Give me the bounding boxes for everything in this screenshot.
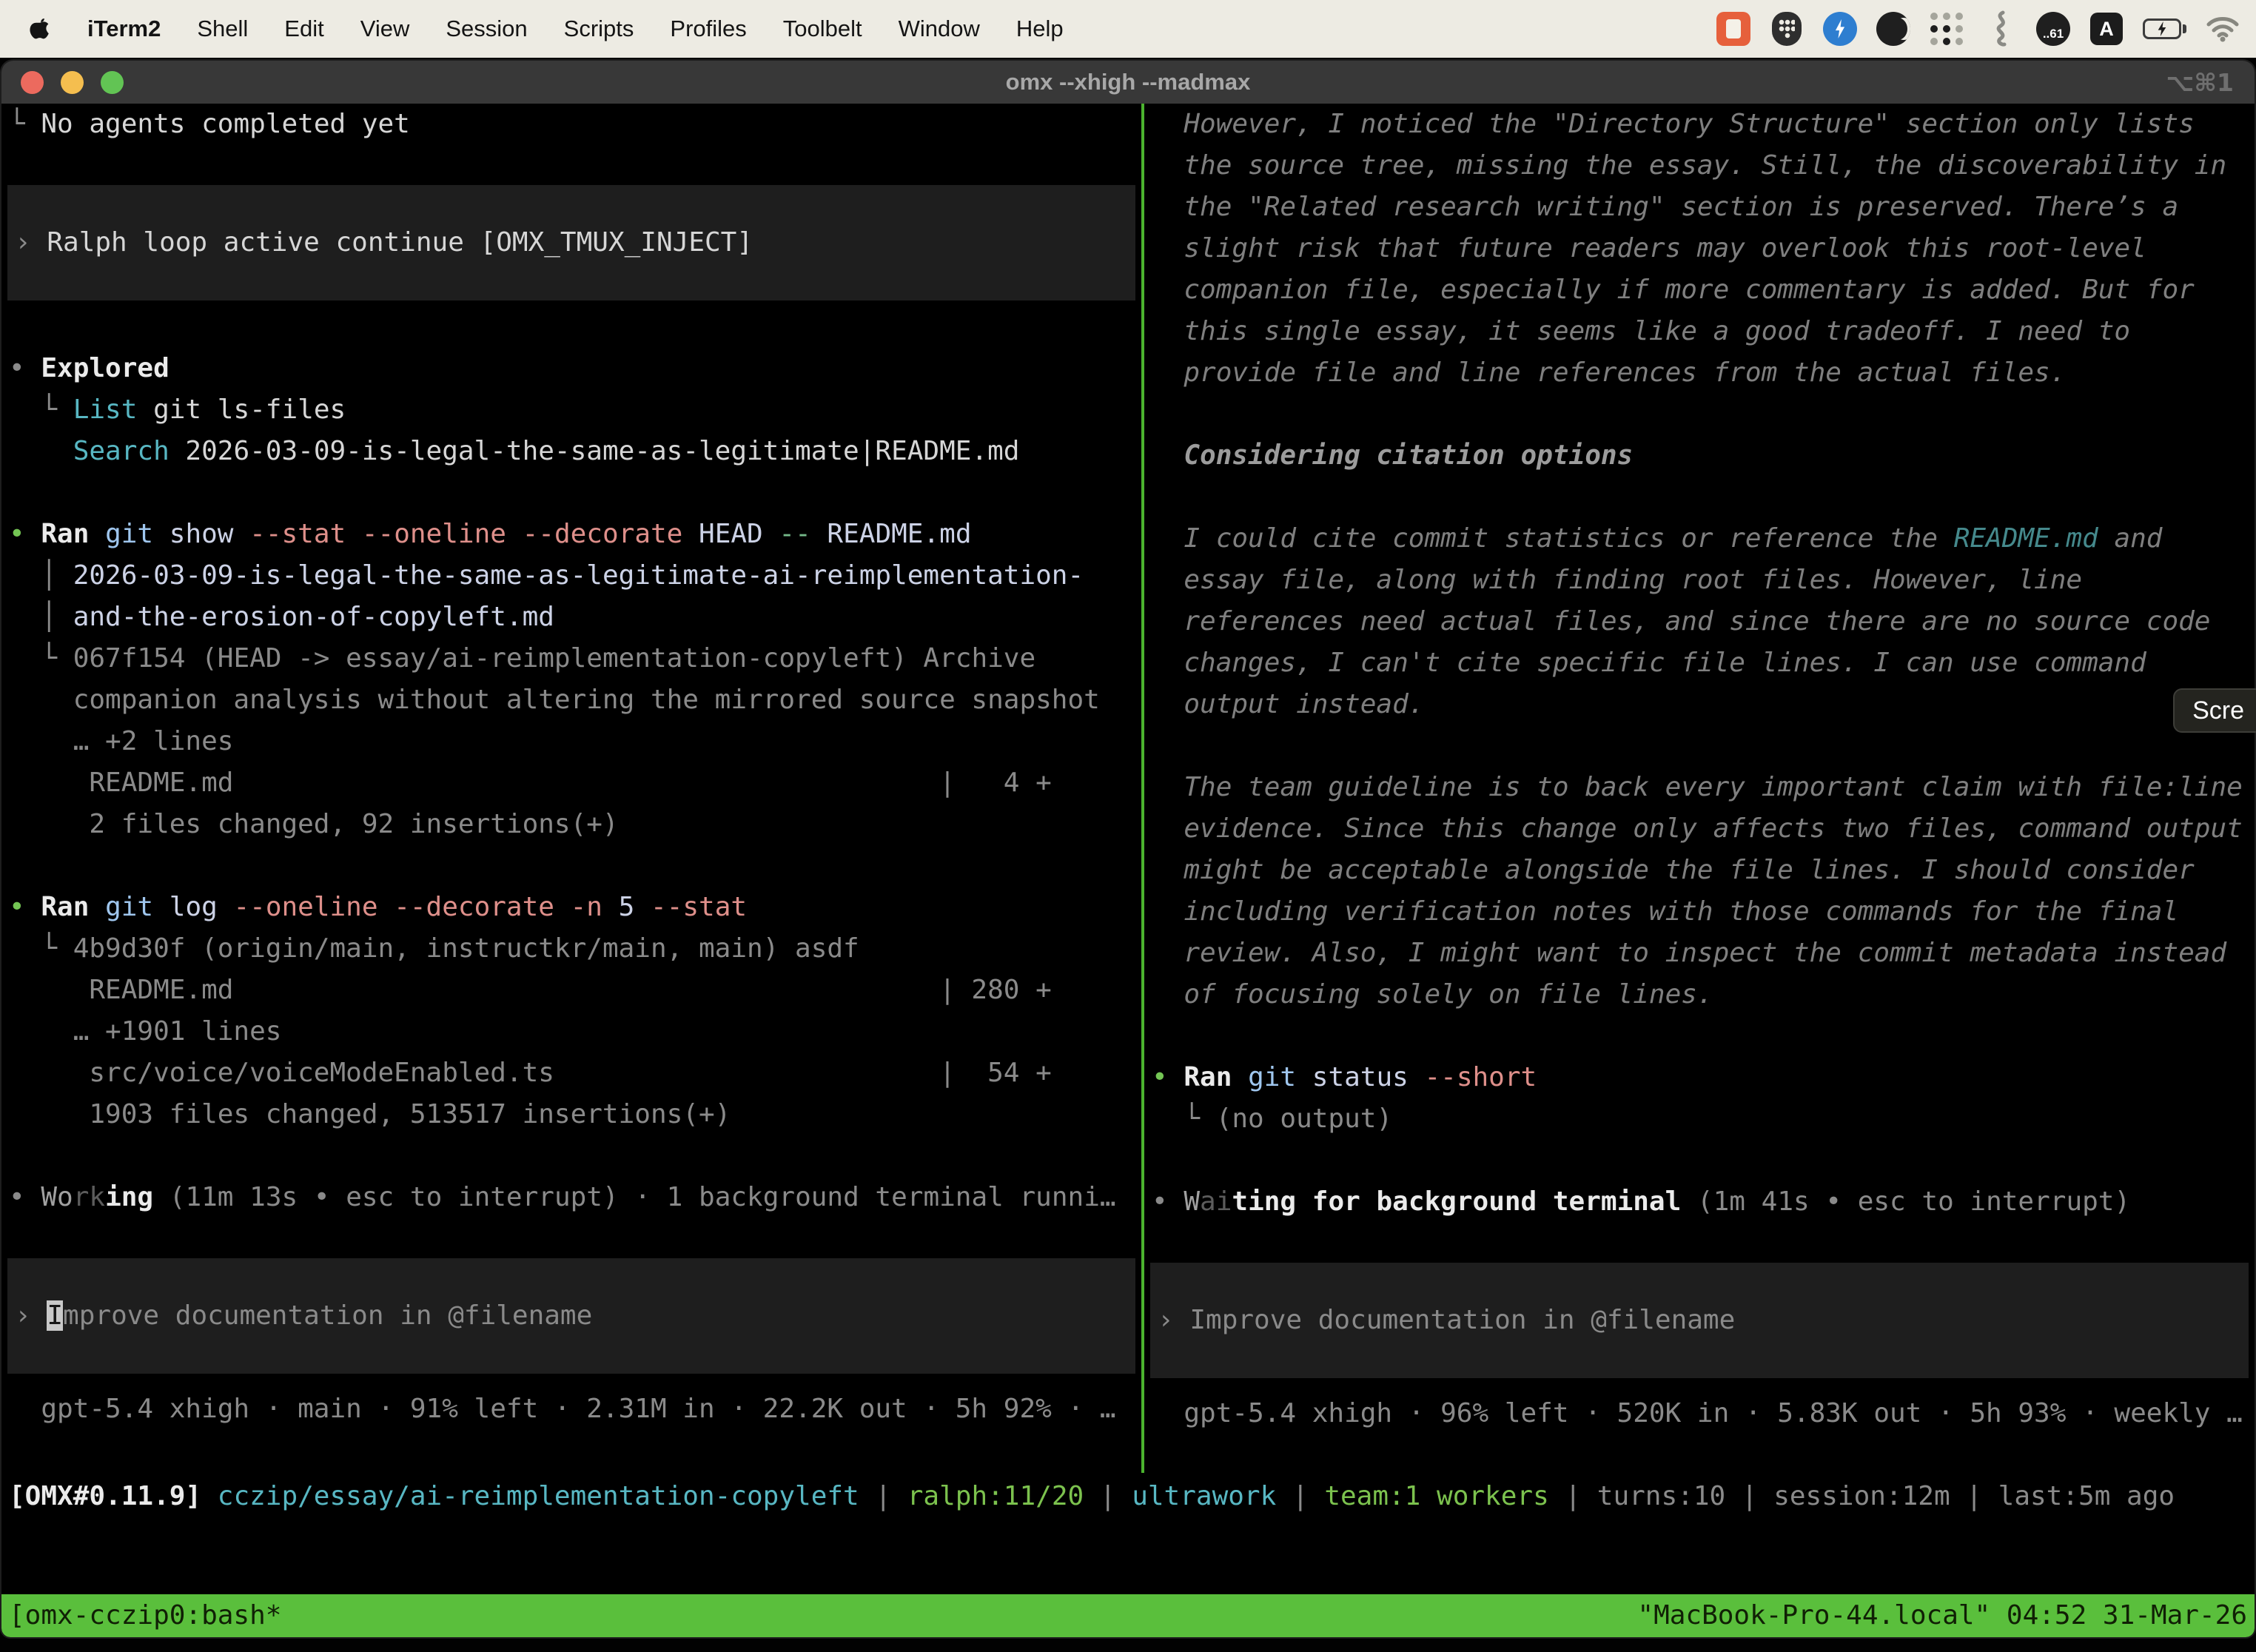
squiggle-icon[interactable] bbox=[1983, 10, 2017, 47]
terminal-line: evidence. Since this change only affects… bbox=[1144, 808, 2255, 850]
menu-bar: iTerm2 Shell Edit View Session Scripts Profile… bbox=[0, 0, 2256, 58]
menu-item-scripts[interactable]: Scripts bbox=[564, 16, 634, 42]
terminal-line: might be acceptable alongside the file l… bbox=[1144, 850, 2255, 891]
close-button[interactable] bbox=[21, 71, 44, 94]
blank-line bbox=[1, 472, 1141, 514]
terminal-line: └ (no output) bbox=[1144, 1098, 2255, 1140]
blue-badge-icon[interactable] bbox=[1823, 10, 1857, 47]
prompt-input-box[interactable]: › Improve documentation in @filename bbox=[7, 1258, 1135, 1374]
terminal-line: essay file, along with finding root file… bbox=[1144, 560, 2255, 601]
terminal-line: output instead. bbox=[1144, 684, 2255, 725]
terminal-line: gpt-5.4 xhigh · 96% left · 520K in · 5.8… bbox=[1144, 1393, 2255, 1434]
tmux-status-bar: [omx-cczip0:bash* "MacBook-Pro-44.local"… bbox=[1, 1594, 2255, 1637]
terminal-line: … +1901 lines bbox=[1, 1011, 1141, 1052]
blank-line bbox=[1144, 477, 2255, 518]
menu-item-profiles[interactable]: Profiles bbox=[670, 16, 746, 42]
menu-item-window[interactable]: Window bbox=[899, 16, 980, 42]
left-pane[interactable]: └ No agents completed yet › Ralph loop ac… bbox=[1, 104, 1141, 1473]
menu-item-session[interactable]: Session bbox=[446, 16, 527, 42]
blank-line bbox=[1, 845, 1141, 887]
terminal-line: the source tree, missing the essay. Stil… bbox=[1144, 145, 2255, 187]
screen: iTerm2 Shell Edit View Session Scripts Profile… bbox=[0, 0, 2256, 1652]
menu-items: iTerm2 Shell Edit View Session Scripts Profile… bbox=[87, 16, 1064, 42]
window-titlebar[interactable]: omx --xhigh --madmax ⌥⌘1 bbox=[1, 61, 2255, 104]
terminal-line: src/voice/voiceModeEnabled.ts | 54 + bbox=[1, 1052, 1141, 1094]
terminal-line: └ List git ls-files bbox=[1, 389, 1141, 431]
blank-line bbox=[1144, 1140, 2255, 1181]
tmux-session-label[interactable]: [omx-cczip0:bash* bbox=[9, 1595, 281, 1636]
terminal-line: gpt-5.4 xhigh · main · 91% left · 2.31M … bbox=[1, 1389, 1141, 1430]
terminal-line: including verification notes with those … bbox=[1144, 891, 2255, 933]
chat-bubble-icon[interactable] bbox=[1716, 10, 1750, 47]
terminal-line: README.md | 4 + bbox=[1, 762, 1141, 804]
terminal-line: • Working (11m 13s • esc to interrupt) ·… bbox=[1, 1177, 1141, 1218]
screen-share-tooltip[interactable]: Scre bbox=[2173, 688, 2256, 733]
terminal-line: I could cite commit statistics or refere… bbox=[1144, 518, 2255, 560]
prompt-input-box[interactable]: › Ralph loop active continue [OMX_TMUX_I… bbox=[7, 185, 1135, 300]
terminal-line: └ 4b9d30f (origin/main, instructkr/main,… bbox=[1, 928, 1141, 970]
window-title: omx --xhigh --madmax bbox=[1006, 69, 1251, 95]
terminal-line: … +2 lines bbox=[1, 721, 1141, 762]
traffic-lights bbox=[21, 61, 124, 104]
apple-logo-icon[interactable] bbox=[27, 12, 56, 46]
terminal-line: changes, I can't cite specific file line… bbox=[1144, 642, 2255, 684]
menu-item-view[interactable]: View bbox=[360, 16, 410, 42]
battery-icon[interactable] bbox=[2143, 10, 2186, 47]
terminal-line: │ 2026-03-09-is-legal-the-same-as-legiti… bbox=[1, 555, 1141, 597]
terminal-line: The team guideline is to back every impo… bbox=[1144, 767, 2255, 808]
wifi-icon[interactable] bbox=[2206, 10, 2240, 47]
minimize-button[interactable] bbox=[61, 71, 84, 94]
prompt-input-box[interactable]: › Improve documentation in @filename bbox=[1150, 1263, 2249, 1378]
terminal-line: slight risk that future readers may over… bbox=[1144, 228, 2255, 269]
iterm-window: omx --xhigh --madmax ⌥⌘1 └ No agents com… bbox=[0, 59, 2256, 1639]
terminal-line: of focusing solely on file lines. bbox=[1144, 974, 2255, 1015]
menu-item-help[interactable]: Help bbox=[1016, 16, 1064, 42]
terminal-line: Considering citation options bbox=[1144, 435, 2255, 477]
terminal-line: • Waiting for background terminal (1m 41… bbox=[1144, 1181, 2255, 1223]
dark-crescent-icon[interactable] bbox=[1876, 10, 1910, 47]
terminal-line: companion analysis without altering the … bbox=[1, 679, 1141, 721]
blank-line bbox=[1144, 1015, 2255, 1057]
terminal-line: • Ran git log --oneline --decorate -n 5 … bbox=[1, 887, 1141, 928]
terminal-line: [OMX#0.11.9] cczip/essay/ai-reimplementa… bbox=[1, 1476, 2255, 1517]
circle-61-label: ..61 bbox=[2043, 27, 2064, 41]
window-shortcut-badge: ⌥⌘1 bbox=[2166, 68, 2234, 97]
terminal-line: this single essay, it seems like a good … bbox=[1144, 311, 2255, 352]
blank-line bbox=[1, 1135, 1141, 1177]
terminal-content: └ No agents completed yet › Ralph loop ac… bbox=[1, 104, 2255, 1637]
terminal-line: │ and-the-erosion-of-copyleft.md bbox=[1, 597, 1141, 638]
terminal-line: review. Also, I might want to inspect th… bbox=[1144, 933, 2255, 974]
terminal-line: Search 2026-03-09-is-legal-the-same-as-l… bbox=[1, 431, 1141, 472]
terminal-line: README.md | 280 + bbox=[1, 970, 1141, 1011]
menubar-status-icons: ..61 A bbox=[1716, 10, 2240, 47]
menu-item-iterm2[interactable]: iTerm2 bbox=[87, 16, 161, 42]
terminal-line: However, I noticed the "Directory Struct… bbox=[1144, 104, 2255, 145]
terminal-line: • Explored bbox=[1, 348, 1141, 389]
menu-item-edit[interactable]: Edit bbox=[284, 16, 323, 42]
shield-grid-icon[interactable] bbox=[1770, 10, 1804, 47]
input-source-a-icon[interactable]: A bbox=[2089, 10, 2124, 47]
dots-grid-icon[interactable] bbox=[1930, 10, 1964, 47]
screen-share-tooltip-label: Scre bbox=[2192, 696, 2244, 725]
tmux-panes: └ No agents completed yet › Ralph loop ac… bbox=[1, 104, 2255, 1473]
omx-status-line: [OMX#0.11.9] cczip/essay/ai-reimplementa… bbox=[1, 1476, 2255, 1517]
menu-item-shell[interactable]: Shell bbox=[197, 16, 248, 42]
terminal-line: the "Related research writing" section i… bbox=[1144, 187, 2255, 228]
blank-line bbox=[1144, 394, 2255, 435]
tmux-host-clock: "MacBook-Pro-44.local" 04:52 31-Mar-26 bbox=[1637, 1595, 2247, 1636]
right-pane[interactable]: However, I noticed the "Directory Struct… bbox=[1144, 104, 2255, 1473]
blank-line bbox=[1144, 725, 2255, 767]
terminal-line: └ 067f154 (HEAD -> essay/ai-reimplementa… bbox=[1, 638, 1141, 679]
terminal-line: companion file, especially if more comme… bbox=[1144, 269, 2255, 311]
terminal-line: provide file and line references from th… bbox=[1144, 352, 2255, 394]
zoom-button[interactable] bbox=[101, 71, 124, 94]
terminal-line: • Ran git status --short bbox=[1144, 1057, 2255, 1098]
menu-item-toolbelt[interactable]: Toolbelt bbox=[783, 16, 862, 42]
circle-61-icon[interactable]: ..61 bbox=[2036, 12, 2070, 46]
terminal-line: • Ran git show --stat --oneline --decora… bbox=[1, 514, 1141, 555]
terminal-line: references need actual files, and since … bbox=[1144, 601, 2255, 642]
terminal-line: 2 files changed, 92 insertions(+) bbox=[1, 804, 1141, 845]
terminal-line: └ No agents completed yet bbox=[1, 104, 1141, 145]
terminal-line: 1903 files changed, 513517 insertions(+) bbox=[1, 1094, 1141, 1135]
